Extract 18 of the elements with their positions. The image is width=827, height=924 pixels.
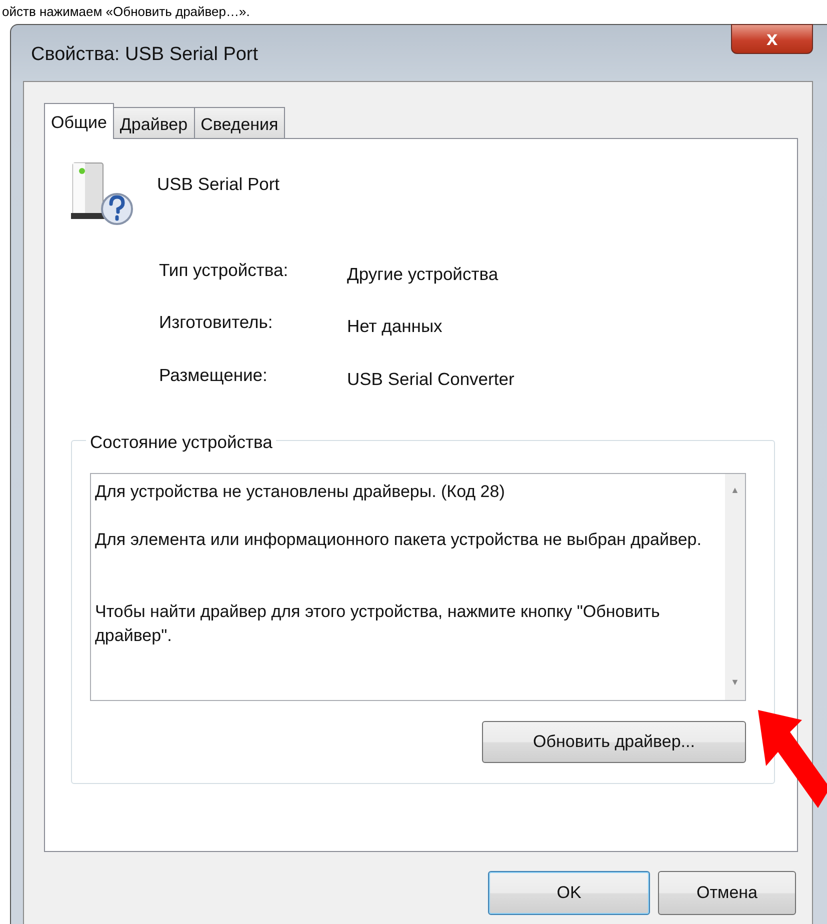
property-label: Изготовитель: [159,311,274,334]
device-name: USB Serial Port [157,173,280,196]
dialog-button[interactable]: OK [488,871,650,915]
device-unknown-icon [69,161,135,227]
caption-text: ойств нажимаем «Обновить драйвер…». [1,5,250,19]
window-title: Свойства: USB Serial Port [31,43,258,67]
status-text: Для устройства не установлены драйверы. (Код 28) Для элемента или информационного пакета устройства не выбран драйвер. Чтобы найти драйвер для этого устройства, нажмите кнопку "Обновить драйвер". [94,480,702,647]
property-value: USB Serial Converter [347,368,516,390]
dialog-button[interactable]: Отмена [658,871,796,915]
tab[interactable]: Сведения [194,107,286,138]
update-driver-button[interactable]: Обновить драйвер... [482,720,746,763]
tab[interactable]: Общие [44,103,114,139]
property-label: Тип устройства: [159,259,290,282]
property-label: Размещение: [159,364,268,386]
property-value: Другие устройства [347,263,500,286]
property-value: Нет данных [347,315,444,338]
close-button[interactable]: x [731,24,813,54]
tab[interactable]: Драйвер [112,107,195,138]
